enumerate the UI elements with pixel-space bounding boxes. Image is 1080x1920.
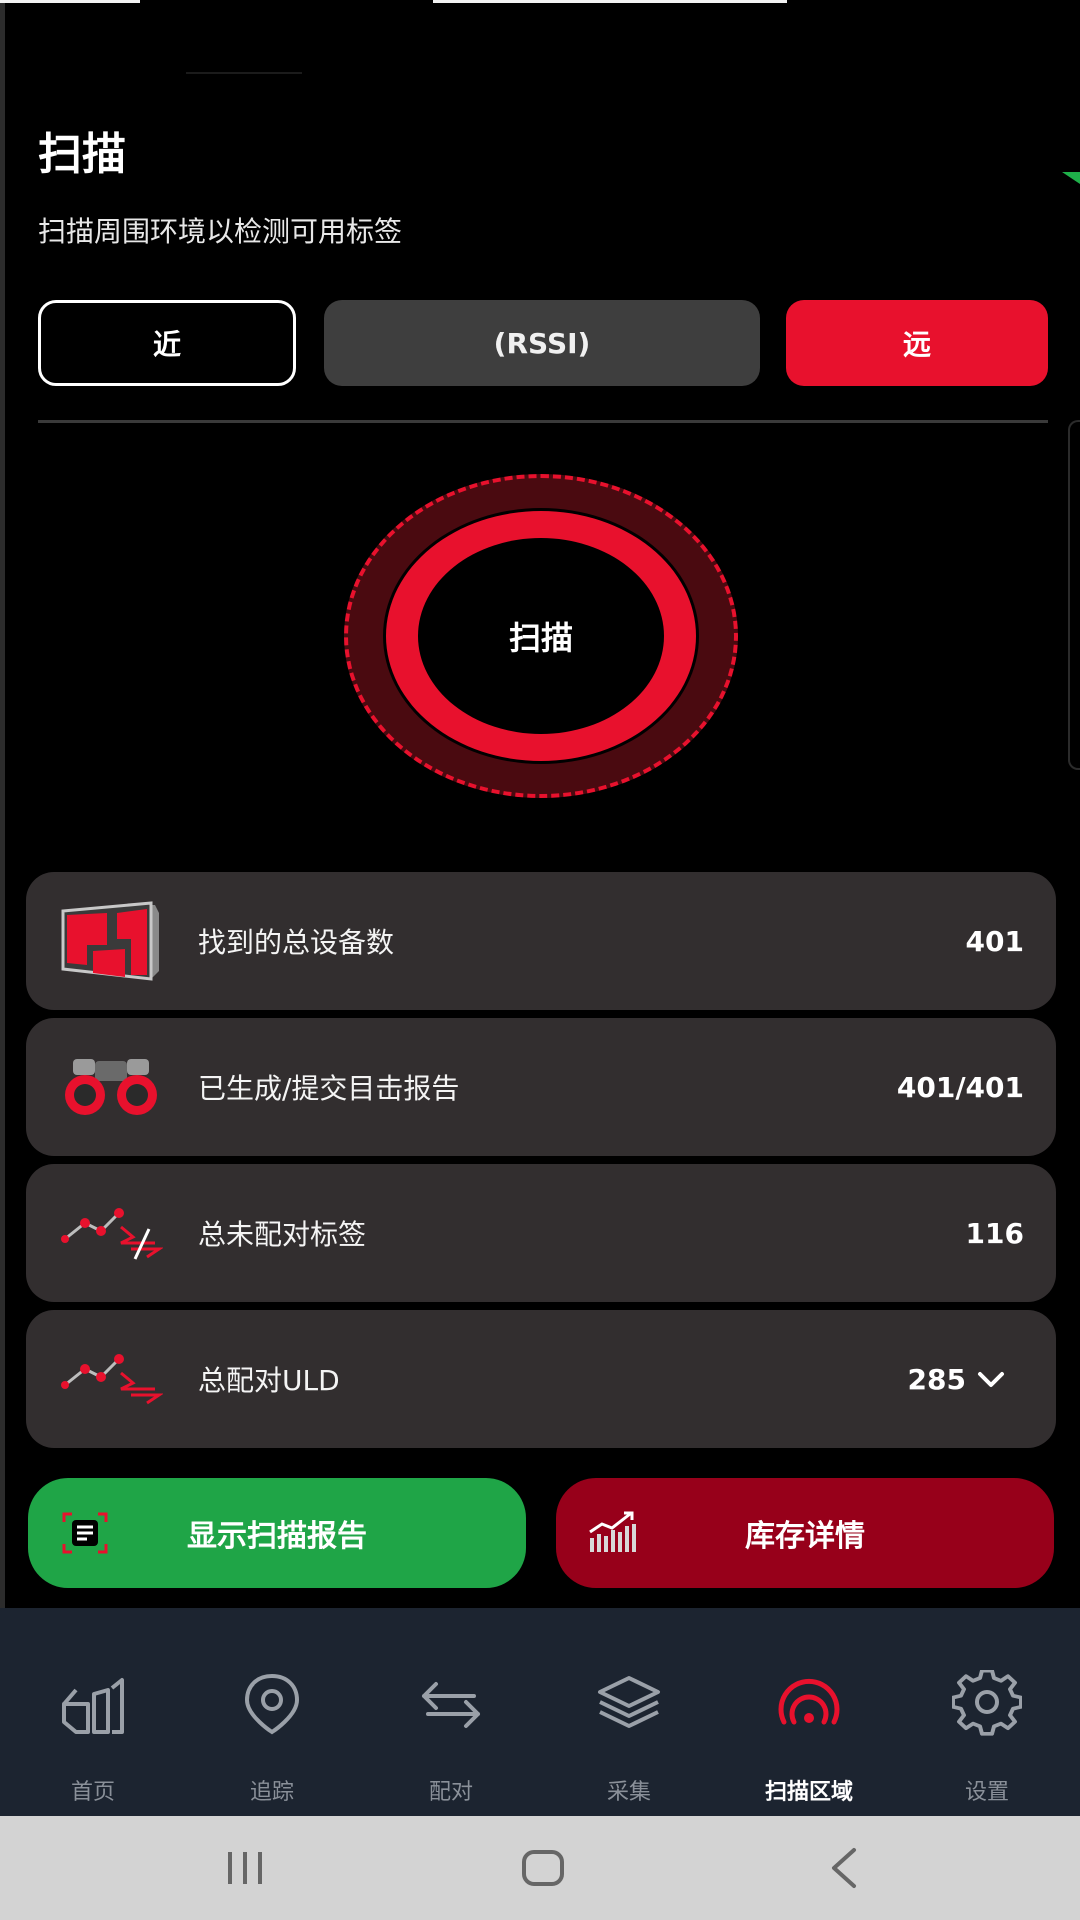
chevron-down-icon[interactable] [974,1362,1008,1396]
scan-core: 扫描 [418,538,664,734]
location-pin-icon [244,1673,300,1735]
section-divider [38,420,1048,423]
bottom-navigation: 首页 追踪 配对 采集 扫描区域 设置 [0,1608,1080,1816]
back-icon[interactable] [820,1846,870,1890]
report-icon [62,1512,108,1554]
gear-icon [952,1670,1022,1736]
range-rssi-button[interactable]: (RSSI) [324,300,760,386]
nav-item-home[interactable]: 首页 [4,1608,182,1816]
stat-label: 总配对ULD [198,1364,340,1397]
page-title: 扫描 [38,129,126,180]
signal-icon [778,1678,840,1725]
scan-button-label: 扫描 [508,619,573,657]
status-strip [0,0,140,3]
recent-apps-icon[interactable] [220,1846,270,1890]
range-near-label: 近 [152,328,181,361]
range-rssi-label: (RSSI) [493,326,591,360]
nav-item-collect[interactable]: 采集 [540,1608,718,1816]
range-far-button[interactable]: 远 [786,300,1048,386]
layers-icon [598,1676,660,1728]
inventory-details-button[interactable]: 库存详情 [556,1478,1054,1588]
page-subtitle: 扫描周围环境以检测可用标签 [38,215,403,248]
show-scan-report-label: 显示扫描报告 [187,1519,367,1554]
nav-label: 首页 [70,1780,115,1805]
stat-card-paired-uld[interactable]: 总配对ULD 285 [26,1310,1056,1448]
nav-item-scan-area[interactable]: 扫描区域 [720,1608,898,1816]
paired-link-icon [56,1331,166,1427]
stat-label: 已生成/提交目击报告 [198,1072,460,1105]
container-icon [56,893,166,989]
status-strip [433,0,787,3]
nav-item-tracking[interactable]: 追踪 [183,1608,361,1816]
swap-arrows-icon [422,1682,480,1728]
nav-label: 配对 [428,1780,473,1805]
nav-item-pairing[interactable]: 配对 [362,1608,540,1816]
home-button-icon[interactable] [518,1846,568,1890]
stat-value: 116 [965,1216,1024,1250]
stat-card-sighting-reports[interactable]: 已生成/提交目击报告 401/401 [26,1018,1056,1156]
notch-divider [186,72,302,74]
stat-card-total-devices[interactable]: 找到的总设备数 401 [26,872,1056,1010]
range-far-label: 远 [902,328,931,361]
stat-card-unpaired-tags[interactable]: 总未配对标签 116 [26,1164,1056,1302]
show-scan-report-button[interactable]: 显示扫描报告 [28,1478,526,1588]
range-near-button[interactable]: 近 [38,300,296,386]
system-nav-bar [0,1816,1080,1920]
binoculars-icon [56,1039,166,1135]
unpaired-link-icon [56,1185,166,1281]
chart-trend-icon [589,1511,636,1552]
stat-value: 401 [965,924,1024,958]
stat-value: 285 [907,1362,966,1396]
scan-ring: 扫描 [383,508,699,764]
scan-button[interactable]: 扫描 [344,474,738,798]
nav-label: 扫描区域 [764,1780,853,1805]
nav-label: 设置 [964,1780,1009,1805]
stat-label: 总未配对标签 [198,1218,367,1251]
home-icon [62,1678,124,1734]
scrollbar[interactable] [1068,420,1080,770]
nav-label: 追踪 [249,1780,294,1805]
nav-label: 采集 [606,1780,651,1805]
stat-label: 找到的总设备数 [198,926,395,959]
indicator-corner [1062,172,1080,184]
stat-value: 401/401 [896,1070,1024,1104]
nav-item-settings[interactable]: 设置 [898,1608,1076,1816]
inventory-details-label: 库存详情 [745,1519,865,1554]
